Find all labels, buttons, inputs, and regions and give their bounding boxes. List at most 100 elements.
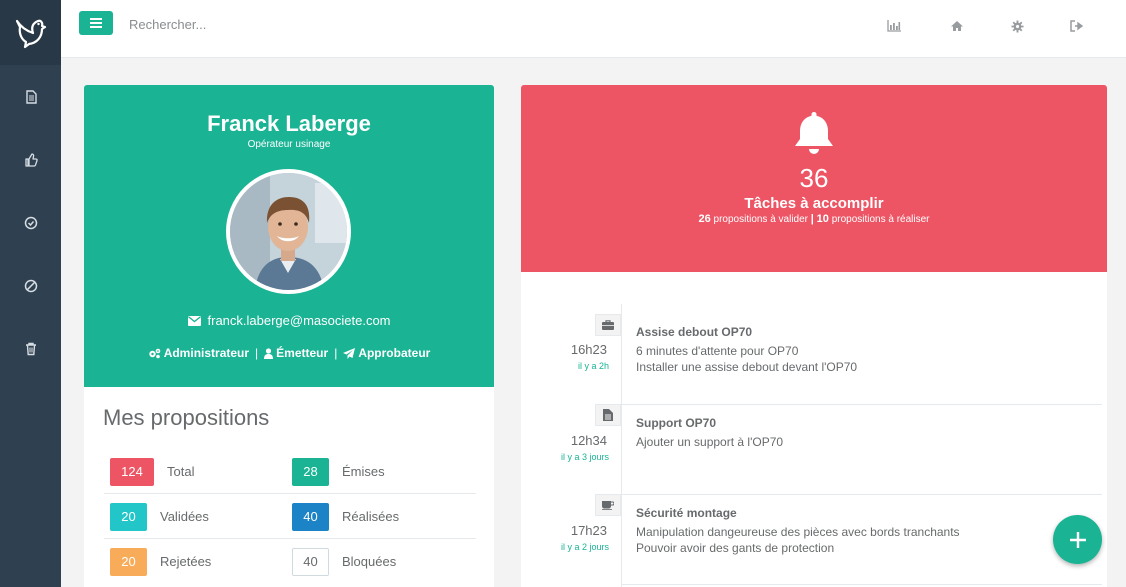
profile-email-line: franck.laberge@masociete.com bbox=[84, 313, 494, 328]
timeline-divider bbox=[622, 404, 1102, 405]
tasks-subtitle: 26 propositions à valider | 10 propositi… bbox=[521, 213, 1107, 225]
avatar-photo bbox=[230, 173, 347, 290]
role-approver[interactable]: Approbateur bbox=[343, 346, 430, 360]
sidebar-item-approvals[interactable] bbox=[0, 140, 61, 180]
timeline-icon-box bbox=[595, 494, 621, 516]
sidebar-item-validated[interactable] bbox=[0, 203, 61, 243]
profile-email[interactable]: franck.laberge@masociete.com bbox=[208, 313, 391, 328]
stat-rejected-label: Rejetées bbox=[160, 554, 212, 569]
role-emitter[interactable]: Émetteur bbox=[264, 346, 328, 360]
timeline-divider bbox=[622, 494, 1102, 495]
menu-toggle-button[interactable] bbox=[79, 11, 113, 35]
coffee-icon bbox=[602, 501, 614, 510]
timeline-content: Support OP70 Ajouter un support à l'OP70 bbox=[636, 415, 1101, 450]
stat-rejected[interactable]: 20 Rejetées bbox=[110, 539, 211, 584]
paper-plane-icon bbox=[343, 347, 356, 359]
sidebar-item-trash[interactable] bbox=[0, 329, 61, 369]
gear-icon bbox=[1010, 19, 1024, 33]
tasks-title: Tâches à accomplir bbox=[744, 195, 884, 212]
home-button[interactable] bbox=[949, 18, 965, 34]
stat-emitted-label: Émises bbox=[342, 464, 385, 479]
timeline-line-text: 6 minutes d'attente pour OP70 bbox=[636, 344, 799, 358]
app-logo[interactable] bbox=[0, 0, 61, 65]
sidebar-item-documents[interactable] bbox=[0, 77, 61, 117]
stat-realized-label: Réalisées bbox=[342, 509, 400, 524]
profile-role: Opérateur usinage bbox=[247, 139, 331, 150]
proposition-row: 20 Rejetées 40 Bloquées bbox=[104, 539, 476, 584]
tasks-separator: | bbox=[810, 213, 814, 225]
timeline-ago: il y a 2 jours bbox=[560, 542, 609, 552]
user-icon bbox=[264, 347, 274, 359]
briefcase-icon bbox=[602, 320, 614, 330]
tasks-to-realize-label[interactable]: propositions à réaliser bbox=[832, 214, 930, 225]
propositions-panel: Mes propositions 124 Total 28 Émises 20 … bbox=[84, 387, 494, 587]
proposition-row: 20 Validées 40 Réalisées bbox=[104, 494, 476, 539]
role-emitter-label: Émetteur bbox=[276, 346, 329, 360]
role-separator: | bbox=[334, 346, 338, 360]
timeline-divider bbox=[622, 584, 1102, 585]
tasks-to-validate-label[interactable]: propositions à valider bbox=[714, 214, 809, 225]
trash-icon bbox=[25, 342, 36, 356]
stat-validated-badge: 20 bbox=[110, 502, 147, 531]
timeline-title: Assise debout OP70 bbox=[636, 325, 753, 339]
propositions-title: Mes propositions bbox=[103, 405, 270, 430]
role-admin-label: Administrateur bbox=[163, 346, 250, 360]
envelope-icon bbox=[187, 315, 201, 326]
timeline-icon-box bbox=[595, 314, 621, 336]
stat-blocked-label: Bloquées bbox=[342, 554, 397, 569]
sidebar bbox=[0, 0, 61, 587]
timeline-line-text: Manipulation dangeureuse des pièces avec… bbox=[636, 525, 960, 539]
stat-emitted[interactable]: 28 Émises bbox=[292, 449, 385, 494]
document-icon bbox=[25, 90, 37, 104]
file-icon bbox=[603, 409, 613, 421]
role-separator: | bbox=[255, 346, 259, 360]
timeline-line bbox=[621, 304, 622, 587]
avatar[interactable] bbox=[226, 169, 351, 294]
timeline-ago: il y a 3 jours bbox=[560, 452, 609, 462]
logout-button[interactable] bbox=[1069, 18, 1085, 34]
sign-out-icon bbox=[1070, 20, 1084, 32]
profile-card: Franck Laberge Opérateur usinage franck.… bbox=[84, 85, 494, 387]
search-input[interactable] bbox=[123, 12, 423, 36]
top-navbar bbox=[61, 0, 1126, 58]
timeline-ago: il y a 2h bbox=[577, 361, 609, 371]
tasks-to-realize-count: 10 bbox=[816, 213, 829, 225]
stat-total[interactable]: 124 Total bbox=[110, 449, 194, 494]
timeline-time: 17h23 bbox=[570, 523, 607, 538]
stat-blocked[interactable]: 40 Bloquées bbox=[292, 539, 396, 584]
tasks-timeline: 16h23 il y a 2h Assise debout OP70 6 min… bbox=[521, 272, 1107, 587]
timeline-content: Assise debout OP70 6 minutes d'attente p… bbox=[636, 324, 1101, 375]
timeline-line-text: Ajouter un support à l'OP70 bbox=[636, 435, 784, 449]
timeline-time: 16h23 bbox=[570, 342, 607, 357]
timeline-icon-box bbox=[595, 404, 621, 426]
timeline-line-text: Pouvoir avoir des gants de protection bbox=[636, 541, 835, 555]
timeline-content: Sécurité montage Manipulation dangeureus… bbox=[636, 505, 1101, 556]
settings-button[interactable] bbox=[1009, 18, 1025, 34]
plus-icon bbox=[1069, 531, 1086, 548]
timeline-title: Support OP70 bbox=[636, 416, 717, 430]
stat-total-label: Total bbox=[167, 464, 195, 479]
bird-logo-icon bbox=[15, 19, 46, 48]
thumbs-up-icon bbox=[24, 153, 38, 167]
sidebar-item-blocked[interactable] bbox=[0, 266, 61, 306]
stat-validated[interactable]: 20 Validées bbox=[110, 494, 209, 539]
home-icon bbox=[951, 21, 963, 31]
cogs-icon bbox=[148, 348, 160, 358]
add-proposition-button[interactable] bbox=[1053, 515, 1102, 564]
check-circle-icon bbox=[24, 216, 37, 230]
stat-realized-badge: 40 bbox=[292, 502, 329, 531]
stat-blocked-badge: 40 bbox=[292, 547, 329, 576]
tasks-card: 36 Tâches à accomplir 26 propositions à … bbox=[521, 85, 1107, 272]
profile-roles: Administrateur | Émetteur | Approbateur bbox=[84, 346, 494, 360]
bell-icon bbox=[795, 112, 833, 154]
bar-chart-icon bbox=[887, 20, 901, 32]
proposition-row: 124 Total 28 Émises bbox=[104, 449, 476, 494]
role-approver-label: Approbateur bbox=[358, 346, 431, 360]
stat-realized[interactable]: 40 Réalisées bbox=[292, 494, 399, 539]
stats-button[interactable] bbox=[886, 18, 902, 34]
stat-total-badge: 124 bbox=[110, 457, 154, 486]
profile-name: Franck Laberge bbox=[207, 111, 371, 136]
timeline-line-text: Installer une assise debout devant l'OP7… bbox=[636, 360, 858, 374]
ban-icon bbox=[24, 279, 37, 293]
role-admin[interactable]: Administrateur bbox=[148, 346, 249, 360]
